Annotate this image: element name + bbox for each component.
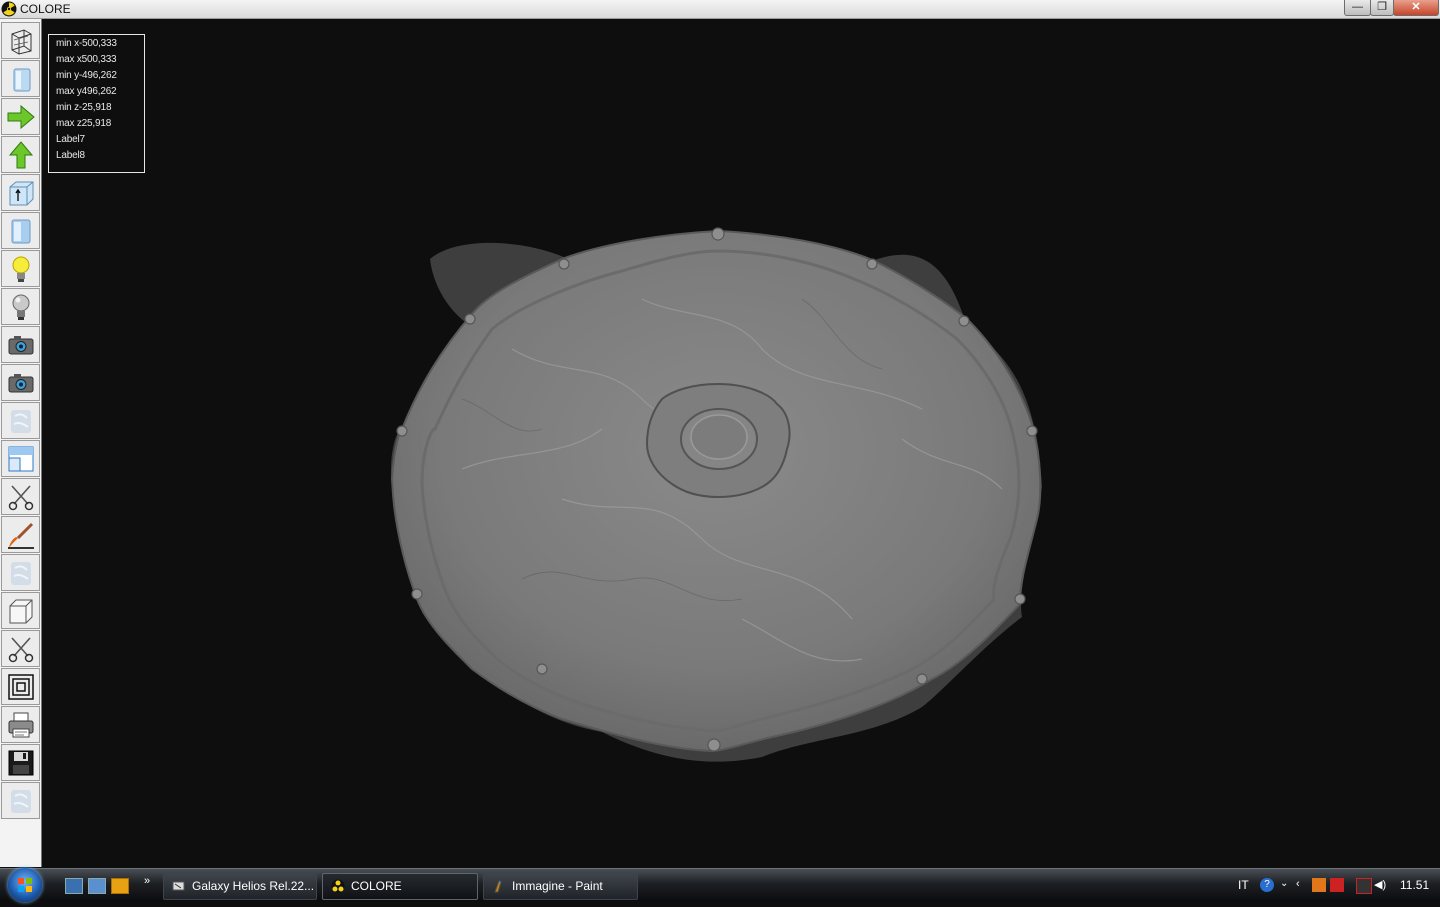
texture-extra-icon: [10, 789, 31, 813]
network-icon[interactable]: [1356, 878, 1372, 894]
texture-alt-button[interactable]: [1, 554, 40, 591]
keyboard-icon[interactable]: ⌄: [1280, 878, 1294, 892]
info-min-z: min z-25,918: [56, 102, 112, 113]
window-title: COLORE: [20, 2, 71, 16]
brush-icon: [7, 522, 34, 549]
cube-button[interactable]: [1, 592, 40, 629]
title-bar: COLORE — ❐ ✕: [0, 0, 1440, 19]
cube-icon: [9, 599, 32, 623]
info-max-z: max z25,918: [56, 118, 112, 129]
window-view-button[interactable]: [1, 440, 40, 477]
taskbar: » Galaxy Helios Rel.22... COLORE Immagin…: [0, 868, 1440, 902]
camera-icon: [8, 335, 33, 354]
camera-alt-button[interactable]: [1, 364, 40, 401]
minimize-button[interactable]: —: [1344, 0, 1371, 16]
marble-rosette-model: [390, 227, 1042, 762]
scissors-icon: [8, 484, 33, 510]
security-icon[interactable]: [1330, 878, 1344, 892]
scissors-button[interactable]: [1, 478, 40, 515]
flash-icon[interactable]: [1312, 878, 1326, 892]
contour-button[interactable]: [1, 668, 40, 705]
solid-view-button[interactable]: [1, 60, 40, 97]
scissors-alt-icon: [8, 636, 33, 662]
3d-viewport[interactable]: [42, 19, 1440, 867]
quicklaunch-chevron[interactable]: »: [144, 875, 150, 887]
language-indicator[interactable]: IT: [1238, 878, 1249, 892]
scissors-alt-button[interactable]: [1, 630, 40, 667]
galaxy-helios-icon: [172, 881, 185, 891]
window-view-icon: [8, 446, 33, 471]
close-button[interactable]: ✕: [1393, 0, 1439, 16]
volume-icon[interactable]: ◀): [1374, 878, 1388, 892]
system-tray: IT ? ⌄ ‹ ◀) 11.51: [1230, 869, 1440, 901]
info-max-y: max y496,262: [56, 86, 117, 97]
info-max-x: max x500,333: [56, 54, 117, 65]
task-paint[interactable]: Immagine - Paint: [483, 873, 638, 900]
brush-button[interactable]: [1, 516, 40, 553]
info-label7: Label7: [56, 134, 85, 145]
show-desktop-icon[interactable]: [65, 878, 83, 894]
start-button[interactable]: [8, 868, 42, 902]
box-axis-icon: [9, 181, 33, 205]
printer-button[interactable]: [1, 706, 40, 743]
cylinder-icon: [11, 219, 30, 243]
windows-logo-icon: [18, 878, 32, 892]
texture-button[interactable]: [1, 402, 40, 439]
left-toolbar: [0, 19, 42, 867]
wireframe-view-button[interactable]: [1, 22, 40, 59]
task-colore[interactable]: COLORE: [322, 873, 478, 900]
media-player-icon[interactable]: [111, 878, 129, 894]
clock[interactable]: 11.51: [1400, 878, 1429, 892]
printer-icon: [8, 712, 33, 737]
paint-icon: [494, 880, 502, 893]
camera-alt-icon: [8, 373, 33, 392]
arrow-right-button[interactable]: [1, 98, 40, 135]
bounding-box-info-panel: min x-500,333 max x500,333 min y-496,262…: [48, 34, 145, 173]
radiation-icon: [331, 879, 345, 893]
box-axis-button[interactable]: [1, 174, 40, 211]
save-icon: [8, 750, 33, 775]
info-min-y: min y-496,262: [56, 70, 117, 81]
radiation-app-icon: [1, 1, 17, 17]
light-on-button[interactable]: [1, 250, 40, 287]
contour-icon: [7, 673, 34, 700]
arrow-right-icon: [7, 104, 35, 129]
info-min-x: min x-500,333: [56, 38, 117, 49]
arrow-up-icon: [8, 140, 33, 168]
light-off-button[interactable]: [1, 288, 40, 325]
restore-button[interactable]: ❐: [1370, 0, 1394, 16]
wireframe-view-icon: [11, 28, 31, 55]
texture-extra-button[interactable]: [1, 782, 40, 819]
cylinder-button[interactable]: [1, 212, 40, 249]
light-on-icon: [12, 256, 29, 282]
info-label8: Label8: [56, 150, 85, 161]
show-hidden-icons-icon[interactable]: ‹: [1296, 878, 1310, 892]
camera-button[interactable]: [1, 326, 40, 363]
light-off-icon: [12, 294, 29, 320]
task-galaxy-helios[interactable]: Galaxy Helios Rel.22...: [163, 873, 317, 900]
help-icon[interactable]: ?: [1260, 878, 1274, 892]
save-button[interactable]: [1, 744, 40, 781]
arrow-up-button[interactable]: [1, 136, 40, 173]
texture-alt-icon: [10, 561, 31, 585]
solid-view-icon: [13, 68, 30, 91]
texture-icon: [10, 409, 31, 433]
switch-windows-icon[interactable]: [88, 878, 106, 894]
